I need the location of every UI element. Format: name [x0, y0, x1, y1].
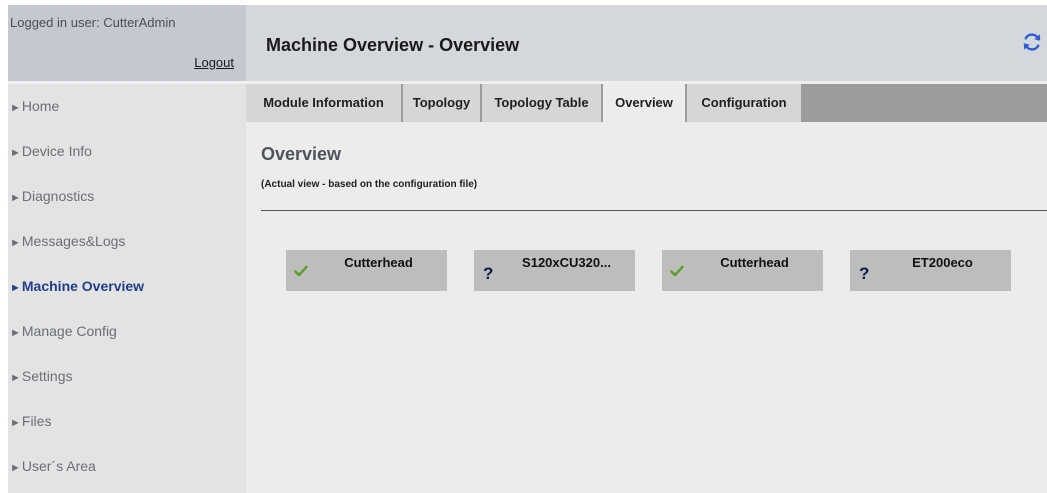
check-icon	[294, 265, 308, 277]
sidebar-item-files[interactable]: ►Files	[8, 399, 246, 444]
check-icon	[670, 265, 684, 277]
module-tile[interactable]: ? ET200eco	[850, 250, 1011, 291]
sidebar-item-label: Device Info	[21, 143, 92, 159]
tab-topology[interactable]: Topology	[403, 84, 482, 122]
tab-module-information[interactable]: Module Information	[246, 84, 403, 122]
sidebar-item-settings[interactable]: ►Settings	[8, 354, 246, 399]
sidebar-item-label: Files	[21, 413, 52, 429]
module-name: ET200eco	[912, 255, 973, 270]
tab-topology-table[interactable]: Topology Table	[482, 84, 603, 122]
module-name: Cutterhead	[720, 255, 789, 270]
divider	[261, 210, 1047, 211]
tab-bar: Module Information Topology Topology Tab…	[246, 84, 1047, 122]
question-mark-icon: ?	[483, 264, 494, 283]
section-title: Overview	[261, 144, 342, 164]
sidebar-item-home[interactable]: ►Home	[8, 84, 246, 129]
sidebar-item-label: Machine Overview	[21, 278, 145, 294]
section-subtitle: (Actual view - based on the configuratio…	[261, 179, 478, 190]
question-mark-icon: ?	[859, 264, 870, 283]
sidebar-item-messages-logs[interactable]: ►Messages&Logs	[8, 219, 246, 264]
tab-overview[interactable]: Overview	[603, 84, 687, 122]
refresh-icon[interactable]	[1021, 31, 1043, 53]
tab-configuration[interactable]: Configuration	[687, 84, 803, 122]
page-title: Machine Overview - Overview	[266, 35, 520, 55]
module-tile[interactable]: Cutterhead	[286, 250, 447, 291]
main-content: Module Information Topology Topology Tab…	[246, 84, 1047, 493]
sidebar-item-diagnostics[interactable]: ►Diagnostics	[8, 174, 246, 219]
arrow-right-icon: ►	[10, 327, 21, 339]
logged-in-user-label: Logged in user: CutterAdmin	[10, 15, 176, 30]
sidebar-item-label: Messages&Logs	[21, 233, 126, 249]
sidebar-item-users-area[interactable]: ►User´s Area	[8, 444, 246, 489]
sidebar-item-manage-config[interactable]: ►Manage Config	[8, 309, 246, 354]
module-tile[interactable]: ? S120xCU320...	[474, 250, 635, 291]
sidebar: Logged in user: CutterAdmin Logout ►Home…	[8, 5, 246, 493]
page-header: Machine Overview - Overview	[246, 5, 1047, 84]
arrow-right-icon: ►	[10, 417, 21, 429]
arrow-right-icon: ►	[10, 102, 21, 114]
module-name: S120xCU320...	[522, 255, 611, 270]
arrow-right-icon: ►	[10, 147, 21, 159]
sidebar-item-label: Diagnostics	[21, 188, 95, 204]
sidebar-item-label: User´s Area	[21, 458, 96, 474]
arrow-right-icon: ►	[10, 237, 21, 249]
arrow-right-icon: ►	[10, 192, 21, 204]
arrow-right-icon: ►	[10, 372, 21, 384]
module-name: Cutterhead	[344, 255, 413, 270]
logout-link[interactable]: Logout	[194, 55, 234, 70]
module-tile[interactable]: Cutterhead	[662, 250, 823, 291]
sidebar-nav: ►Home ►Device Info ►Diagnostics ►Message…	[8, 84, 246, 489]
arrow-right-icon: ►	[10, 462, 21, 474]
sidebar-item-machine-overview[interactable]: ►Machine Overview	[8, 264, 246, 309]
app-frame: Logged in user: CutterAdmin Logout ►Home…	[8, 5, 1047, 493]
arrow-right-icon: ►	[10, 282, 21, 294]
sidebar-item-device-info[interactable]: ►Device Info	[8, 129, 246, 174]
sidebar-item-label: Settings	[21, 368, 73, 384]
sidebar-item-label: Manage Config	[21, 323, 117, 339]
login-box: Logged in user: CutterAdmin Logout	[8, 5, 246, 84]
sidebar-item-label: Home	[21, 98, 60, 114]
